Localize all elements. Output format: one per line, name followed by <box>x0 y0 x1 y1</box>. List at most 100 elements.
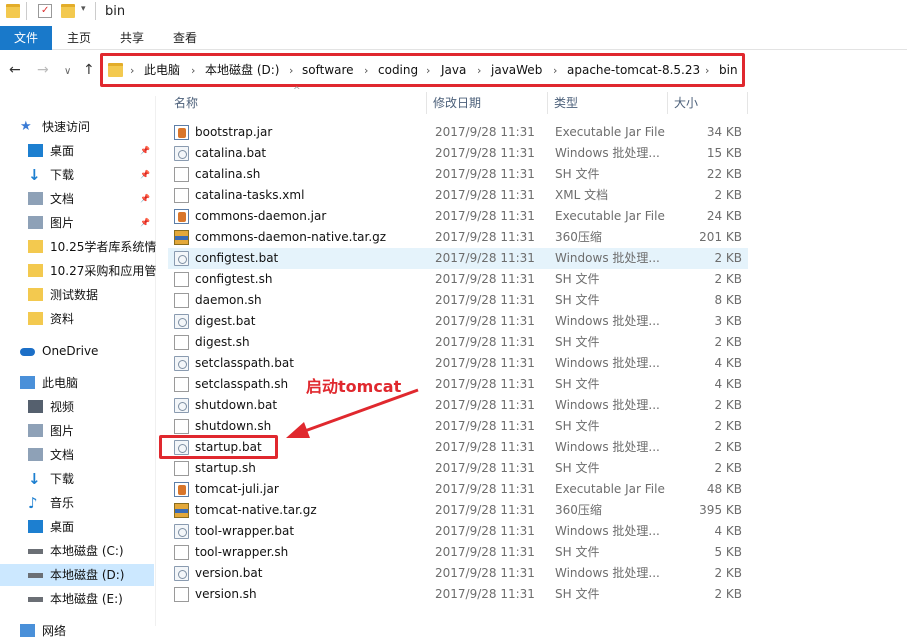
sidebar-item[interactable]: 10.25学者库系统情 <box>28 236 156 258</box>
picture-icon <box>28 216 43 229</box>
jar-file-icon <box>174 125 189 140</box>
file-row[interactable]: commons-daemon.jar 2017/9/28 11:31 Executa… <box>168 206 748 227</box>
column-header-size[interactable]: 大小 <box>668 92 748 114</box>
download-icon: ↓ <box>28 166 41 184</box>
pin-icon[interactable]: 📌 <box>140 212 150 234</box>
sidebar-item[interactable]: 图片 📌 <box>28 212 156 234</box>
annotation-label: 启动tomcat <box>306 377 402 396</box>
file-size: 4 KB <box>714 356 742 370</box>
up-button[interactable]: ↑ <box>83 62 95 78</box>
sidebar-item[interactable]: 网络 <box>20 620 156 642</box>
pin-icon[interactable]: 📌 <box>140 188 150 210</box>
archive-icon <box>174 503 189 518</box>
navigation-pane: ★ 快速访问 桌面 📌 ↓ 下载 📌 文档 📌 图片 📌 10.25学者库系统情 10.27采购和应用管… <box>0 96 156 638</box>
file-row[interactable]: setclasspath.sh 2017/9/28 11:31 SH 文件 4 KB <box>168 374 748 395</box>
sidebar-item[interactable]: 桌面 📌 <box>28 140 156 162</box>
back-button[interactable]: ← <box>9 62 21 78</box>
file-type: Windows 批处理... <box>555 356 660 370</box>
file-date: 2017/9/28 11:31 <box>435 146 535 160</box>
file-size: 2 KB <box>714 419 742 433</box>
tab-share[interactable]: 共享 <box>109 26 155 50</box>
file-row[interactable]: version.bat 2017/9/28 11:31 Windows 批处理...… <box>168 563 748 584</box>
video-icon <box>28 400 43 413</box>
sidebar-item[interactable]: 本地磁盘 (C:) <box>28 540 156 562</box>
sidebar-item[interactable]: 此电脑 <box>20 372 156 394</box>
file-icon <box>174 167 189 182</box>
file-row[interactable]: digest.sh 2017/9/28 11:31 SH 文件 2 KB <box>168 332 748 353</box>
forward-button[interactable]: → <box>37 62 49 78</box>
sidebar-item[interactable]: 桌面 <box>28 516 156 538</box>
file-row[interactable]: bootstrap.jar 2017/9/28 11:31 Executable J… <box>168 122 748 143</box>
file-row[interactable]: tomcat-native.tar.gz 2017/9/28 11:31 360压缩… <box>168 500 748 521</box>
file-row[interactable]: commons-daemon-native.tar.gz 2017/9/28 11… <box>168 227 748 248</box>
tab-home[interactable]: 主页 <box>56 26 102 50</box>
file-date: 2017/9/28 11:31 <box>435 272 535 286</box>
file-name: digest.bat <box>195 314 256 328</box>
file-size: 15 KB <box>706 146 742 160</box>
sidebar-item[interactable]: 10.27采购和应用管 <box>28 260 156 282</box>
file-type: SH 文件 <box>555 377 600 391</box>
sidebar-item[interactable]: 本地磁盘 (E:) <box>28 588 156 610</box>
file-date: 2017/9/28 11:31 <box>435 251 535 265</box>
file-row[interactable]: version.sh 2017/9/28 11:31 SH 文件 2 KB <box>168 584 748 605</box>
column-header-date[interactable]: 修改日期 <box>427 92 548 114</box>
file-row[interactable]: setclasspath.bat 2017/9/28 11:31 Windows 批… <box>168 353 748 374</box>
sidebar-item[interactable]: OneDrive <box>20 340 156 362</box>
sidebar-item[interactable]: ★ 快速访问 <box>20 116 156 138</box>
sidebar-item[interactable]: 文档 <box>28 444 156 466</box>
properties-icon[interactable]: ✓ <box>38 4 52 18</box>
quick-access-dropdown-icon[interactable]: ▾ <box>81 4 86 14</box>
sidebar-item[interactable]: 测试数据 <box>28 284 156 306</box>
sidebar-item-label: 网络 <box>42 624 67 638</box>
sidebar-item[interactable]: 图片 <box>28 420 156 442</box>
sidebar-item[interactable]: 资料 <box>28 308 156 330</box>
file-name: tool-wrapper.bat <box>195 524 295 538</box>
file-type: SH 文件 <box>555 293 600 307</box>
file-row[interactable]: startup.sh 2017/9/28 11:31 SH 文件 2 KB <box>168 458 748 479</box>
download-icon: ↓ <box>28 470 41 488</box>
sidebar-item[interactable]: ♪ 音乐 <box>28 492 156 514</box>
sidebar-item[interactable]: 文档 📌 <box>28 188 156 210</box>
file-row[interactable]: shutdown.sh 2017/9/28 11:31 SH 文件 2 KB <box>168 416 748 437</box>
file-name: setclasspath.sh <box>195 377 289 391</box>
file-row[interactable]: configtest.bat 2017/9/28 11:31 Windows 批处理… <box>168 248 748 269</box>
file-name: tomcat-juli.jar <box>195 482 279 496</box>
file-row[interactable]: configtest.sh 2017/9/28 11:31 SH 文件 2 KB <box>168 269 748 290</box>
pin-icon[interactable]: 📌 <box>140 164 150 186</box>
file-row[interactable]: tomcat-juli.jar 2017/9/28 11:31 Executable… <box>168 479 748 500</box>
column-header-type[interactable]: 类型 <box>548 92 668 114</box>
file-row[interactable]: catalina.bat 2017/9/28 11:31 Windows 批处理..… <box>168 143 748 164</box>
file-date: 2017/9/28 11:31 <box>435 188 535 202</box>
file-type: 360压缩 <box>555 503 602 517</box>
file-row[interactable]: daemon.sh 2017/9/28 11:31 SH 文件 8 KB <box>168 290 748 311</box>
recent-locations-button[interactable]: ∨ <box>64 64 71 80</box>
file-row[interactable]: catalina-tasks.xml 2017/9/28 11:31 XML 文档 2… <box>168 185 748 206</box>
pin-icon[interactable]: 📌 <box>140 140 150 162</box>
file-row[interactable]: catalina.sh 2017/9/28 11:31 SH 文件 22 KB <box>168 164 748 185</box>
new-folder-icon[interactable] <box>61 4 75 18</box>
file-type: Windows 批处理... <box>555 524 660 538</box>
file-type: Windows 批处理... <box>555 398 660 412</box>
file-type: SH 文件 <box>555 461 600 475</box>
column-header-name[interactable]: 名称 <box>168 92 427 114</box>
sidebar-item[interactable]: ↓ 下载 📌 <box>28 164 156 186</box>
sidebar-item-label: 本地磁盘 (D:) <box>50 568 125 582</box>
folder-icon <box>28 288 43 301</box>
file-size: 2 KB <box>714 335 742 349</box>
file-date: 2017/9/28 11:31 <box>435 293 535 307</box>
sidebar-item-label: 下载 <box>50 472 75 486</box>
file-date: 2017/9/28 11:31 <box>435 356 535 370</box>
file-row[interactable]: shutdown.bat 2017/9/28 11:31 Windows 批处理..… <box>168 395 748 416</box>
tab-view[interactable]: 查看 <box>162 26 208 50</box>
file-row[interactable]: tool-wrapper.bat 2017/9/28 11:31 Windows 批… <box>168 521 748 542</box>
sidebar-item[interactable]: 本地磁盘 (D:) <box>0 564 154 586</box>
file-row[interactable]: tool-wrapper.sh 2017/9/28 11:31 SH 文件 5 KB <box>168 542 748 563</box>
tab-file[interactable]: 文件 <box>0 26 52 50</box>
sidebar-item[interactable]: ↓ 下载 <box>28 468 156 490</box>
file-row[interactable]: digest.bat 2017/9/28 11:31 Windows 批处理... 3… <box>168 311 748 332</box>
sidebar-item[interactable]: 视频 <box>28 396 156 418</box>
file-date: 2017/9/28 11:31 <box>435 335 535 349</box>
jar-file-icon <box>174 209 189 224</box>
file-size: 4 KB <box>714 524 742 538</box>
file-date: 2017/9/28 11:31 <box>435 440 535 454</box>
